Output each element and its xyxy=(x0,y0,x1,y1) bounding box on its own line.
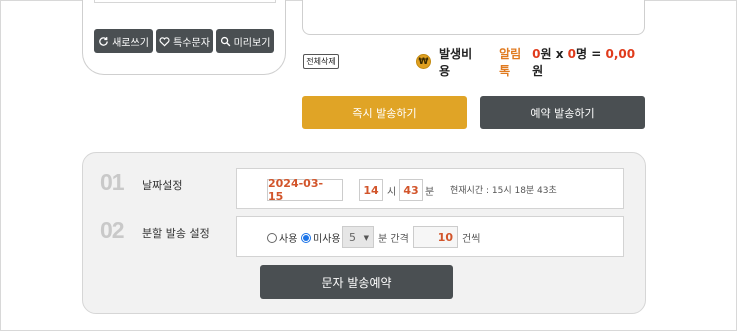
message-type: 알림톡 xyxy=(499,46,522,78)
step-1-number: 01 xyxy=(100,169,125,195)
rewrite-label: 새로쓰기 xyxy=(112,37,149,49)
minute-input[interactable]: 43 xyxy=(399,179,423,201)
radio-nouse[interactable]: 미사용 xyxy=(301,230,341,245)
heart-icon xyxy=(159,36,170,46)
step-2-label: 분할 발송 설정 xyxy=(142,227,210,240)
preview-label: 미리보기 xyxy=(233,37,271,49)
search-icon xyxy=(220,36,230,46)
current-time: 현재시간 : 15시 18분 43초 xyxy=(450,186,557,196)
total-cost-unit: 원 xyxy=(532,63,544,78)
unit-price-unit: 원 x xyxy=(540,46,568,61)
radio-use-label: 사용 xyxy=(279,234,298,245)
cost-label: 발생비용 xyxy=(438,46,473,78)
clear-all-button[interactable]: 전체삭제 xyxy=(303,54,339,69)
minute-unit: 분 xyxy=(425,187,435,198)
batch-count-unit: 건씩 xyxy=(462,234,481,245)
interval-select[interactable]: 5 ▼ xyxy=(342,226,374,248)
radio-nouse-label: 미사용 xyxy=(313,234,341,245)
cost-expression: 0원 x 0명 = 0,00원 xyxy=(532,45,646,79)
interval-unit: 분 간격 xyxy=(378,234,409,245)
special-char-label: 특수문자 xyxy=(173,37,210,49)
reserve-submit-button[interactable]: 문자 발송예약 xyxy=(260,265,453,299)
hour-unit: 시 xyxy=(387,187,397,198)
date-input[interactable]: 2024-03-15 xyxy=(267,177,343,203)
rewrite-button[interactable]: 새로쓰기 xyxy=(94,29,153,53)
batch-count-input[interactable]: 10 xyxy=(413,226,458,248)
step-2-number: 02 xyxy=(100,217,125,243)
recipient-count-unit: 명 = xyxy=(576,46,606,61)
send-now-button[interactable]: 즉시 발송하기 xyxy=(302,96,467,129)
step-1-label: 날짜설정 xyxy=(142,179,183,192)
total-cost: 0,00 xyxy=(605,46,636,61)
hour-input[interactable]: 14 xyxy=(359,179,383,201)
radio-use-dot[interactable] xyxy=(267,232,277,243)
preview-button[interactable]: 미리보기 xyxy=(216,29,274,53)
split-send-row: 사용 미사용 5 ▼ 분 간격 10 건씩 xyxy=(236,216,624,257)
radio-nouse-dot[interactable] xyxy=(301,232,311,243)
unit-price: 0 xyxy=(532,46,541,61)
date-settings-row: 2024-03-15 14 시 43 분 현재시간 : 15시 18분 43초 xyxy=(236,168,624,209)
interval-value: 5 xyxy=(349,230,356,244)
cost-row: ₩ 발생비용 알림톡 0원 x 0명 = 0,00원 xyxy=(416,47,646,78)
recipients-box[interactable] xyxy=(302,0,645,35)
message-textarea[interactable] xyxy=(94,0,276,3)
won-coin-icon: ₩ xyxy=(416,54,431,69)
special-char-button[interactable]: 특수문자 xyxy=(156,29,213,53)
reservation-panel: 01 날짜설정 2024-03-15 14 시 43 분 현재시간 : 15시 … xyxy=(82,152,646,314)
send-reserve-button[interactable]: 예약 발송하기 xyxy=(480,96,645,129)
refresh-icon xyxy=(99,36,108,46)
radio-use[interactable]: 사용 xyxy=(267,230,297,245)
recipient-count: 0 xyxy=(567,46,577,61)
phone-preview-box: 새로쓰기 특수문자 미리보기 xyxy=(82,0,286,75)
chevron-down-icon: ▼ xyxy=(363,234,369,242)
